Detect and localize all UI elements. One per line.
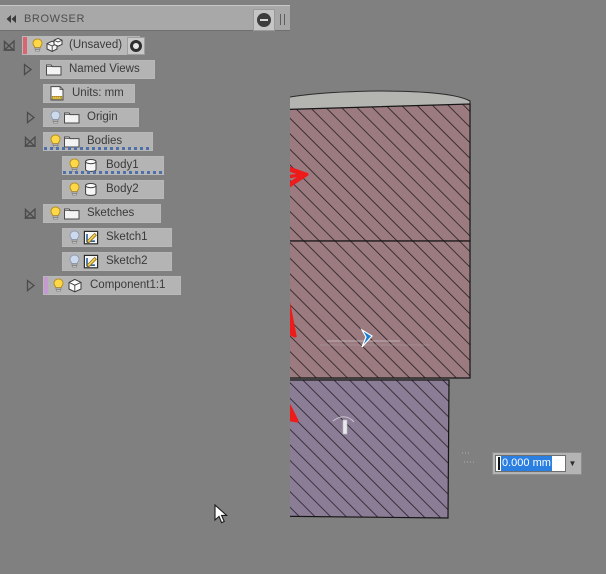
- snap-marker-white-stem: [342, 419, 348, 435]
- tree-row-bodies: Bodies: [0, 129, 290, 153]
- sidebar-item-sketches[interactable]: Sketches: [43, 204, 161, 223]
- dimension-input-field[interactable]: 0.000 mm: [495, 455, 566, 472]
- folder-icon: [45, 61, 63, 78]
- sidebar-item-origin[interactable]: Origin: [43, 108, 139, 127]
- tree-row-origin: Origin: [0, 105, 290, 129]
- visibility-bulb-icon[interactable]: [48, 205, 63, 222]
- body-upper[interactable]: [267, 103, 471, 242]
- sidebar-item-label: Sketches: [87, 207, 135, 219]
- minimize-icon[interactable]: [253, 9, 275, 31]
- activate-target-icon[interactable]: [127, 36, 146, 55]
- sidebar-item-named-views[interactable]: Named Views: [40, 60, 155, 79]
- tree-row-units: Units: mm: [0, 81, 290, 105]
- sidebar-item-label: (Unsaved): [69, 39, 123, 51]
- drag-drop-indicator: [63, 171, 163, 174]
- browser-title: BROWSER: [24, 13, 86, 25]
- sidebar-item-label: Origin: [87, 111, 118, 123]
- sidebar-item-label: Body2: [106, 183, 139, 195]
- body-middle[interactable]: [265, 240, 471, 379]
- visibility-bulb-icon[interactable]: [67, 181, 82, 198]
- chevron-right-icon[interactable]: [24, 111, 37, 124]
- resize-grip-icon[interactable]: [280, 14, 285, 25]
- tree-row-body1: Body1: [0, 153, 290, 177]
- sidebar-item-label: Component1:1: [90, 279, 166, 291]
- tree-row-sketch2: Sketch2: [0, 249, 290, 273]
- chevron-down-icon[interactable]: ▼: [566, 455, 579, 472]
- component-box-icon: [66, 277, 84, 294]
- tree-row-sketch1: Sketch1: [0, 225, 290, 249]
- mouse-pointer-icon: [214, 503, 230, 526]
- browser-titlebar[interactable]: BROWSER: [0, 5, 290, 31]
- sidebar-item-root[interactable]: (Unsaved): [22, 36, 146, 55]
- text-caret: [498, 457, 500, 470]
- browser-tree: (Unsaved) Named Views Units: mm Origin Bodie…: [0, 33, 290, 297]
- sidebar-item-label: Named Views: [69, 63, 140, 75]
- folder-icon: [63, 205, 81, 222]
- dimension-input-box[interactable]: 0.000 mm ▼: [492, 452, 582, 475]
- sidebar-item-label: Sketch2: [106, 255, 148, 267]
- visibility-bulb-icon[interactable]: [30, 37, 45, 54]
- sidebar-item-units[interactable]: Units: mm: [43, 84, 135, 103]
- item-color-marker: [23, 37, 27, 54]
- visibility-bulb-icon[interactable]: [67, 253, 82, 270]
- sidebar-item-body1[interactable]: Body1: [62, 156, 164, 175]
- dimension-value[interactable]: 0.000 mm: [501, 456, 552, 471]
- chevron-collapse-icon[interactable]: [24, 135, 37, 148]
- dotted-guide: [462, 452, 474, 463]
- visibility-bulb-icon[interactable]: [67, 229, 82, 246]
- tree-row-component1: Component1:1: [0, 273, 290, 297]
- units-ruler-icon: [48, 85, 66, 102]
- chevron-collapse-icon[interactable]: [3, 39, 16, 52]
- sketch-pencil-icon: [82, 253, 100, 270]
- body-cylinder-icon: [82, 181, 100, 198]
- tree-row-sketches: Sketches: [0, 201, 290, 225]
- browser-panel: BROWSER (Unsaved) Named Views Units: mm Ori…: [0, 0, 290, 571]
- visibility-bulb-icon[interactable]: [48, 109, 63, 126]
- chevron-collapse-icon[interactable]: [24, 207, 37, 220]
- drag-drop-indicator: [44, 147, 152, 150]
- sidebar-item-label: Units: mm: [72, 87, 124, 99]
- sidebar-item-sketch2[interactable]: Sketch2: [62, 252, 172, 271]
- sketch-pencil-icon: [82, 229, 100, 246]
- sidebar-item-component1[interactable]: Component1:1: [43, 276, 181, 295]
- tree-row-root: (Unsaved): [0, 33, 290, 57]
- tree-row-body2: Body2: [0, 177, 290, 201]
- sidebar-item-bodies[interactable]: Bodies: [43, 132, 153, 151]
- chevron-right-icon[interactable]: [21, 63, 34, 76]
- item-color-marker: [44, 277, 48, 294]
- sidebar-item-label: Sketch1: [106, 231, 148, 243]
- chevron-right-icon[interactable]: [24, 279, 37, 292]
- collapse-left-icon[interactable]: [5, 13, 19, 25]
- tree-row-named-views: Named Views: [0, 57, 290, 81]
- visibility-bulb-icon[interactable]: [51, 277, 66, 294]
- sidebar-item-sketch1[interactable]: Sketch1: [62, 228, 172, 247]
- sidebar-item-body2[interactable]: Body2: [62, 180, 164, 199]
- folder-icon: [63, 109, 81, 126]
- component-icon: [45, 37, 63, 54]
